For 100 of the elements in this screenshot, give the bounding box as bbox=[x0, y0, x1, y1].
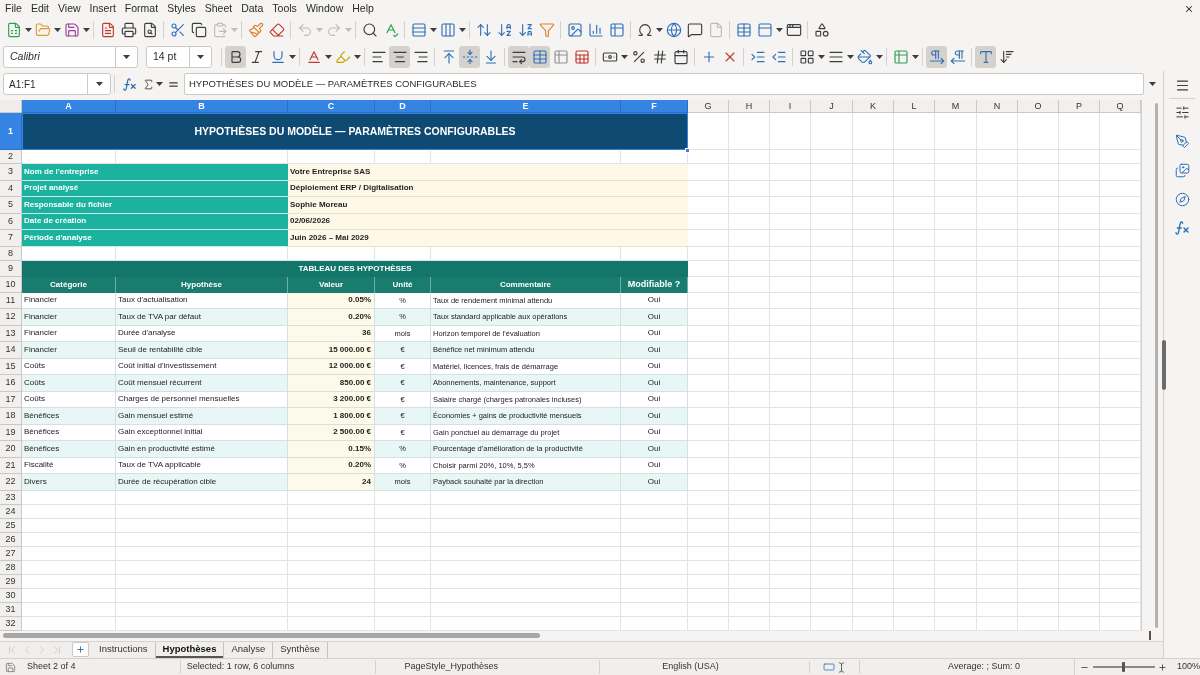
column-header[interactable]: F bbox=[621, 100, 688, 113]
row-header[interactable]: 16 bbox=[0, 375, 22, 392]
caret-icon bbox=[458, 28, 466, 32]
save-icon bbox=[5, 661, 17, 673]
caret-icon bbox=[95, 82, 103, 86]
wrap-text-button[interactable] bbox=[508, 46, 529, 68]
menu-item[interactable]: Insert bbox=[86, 3, 119, 14]
table-cell: 24 bbox=[288, 474, 375, 491]
left-to-right-button[interactable] bbox=[926, 46, 947, 68]
menu-item[interactable]: Format bbox=[121, 3, 162, 14]
row-header[interactable]: 3 bbox=[0, 164, 22, 181]
panel-icon bbox=[756, 22, 773, 38]
table-cell: Financier bbox=[22, 309, 116, 326]
sidebar-handle[interactable] bbox=[1162, 340, 1166, 390]
align-middle-button[interactable] bbox=[459, 46, 480, 68]
align-center-button[interactable] bbox=[389, 46, 410, 68]
name-box[interactable]: A1:F1 bbox=[3, 73, 111, 95]
row-header[interactable]: 2 bbox=[0, 150, 22, 164]
menu-item[interactable]: File bbox=[2, 3, 25, 14]
lines-icon bbox=[827, 49, 844, 65]
column-header[interactable]: E bbox=[431, 100, 621, 113]
column-header[interactable]: N bbox=[977, 100, 1018, 113]
text-horizontal-button[interactable] bbox=[975, 46, 996, 68]
language[interactable]: English (USA) bbox=[662, 661, 719, 672]
menu-item[interactable]: Data bbox=[238, 3, 267, 14]
document-search-icon bbox=[141, 22, 158, 38]
table-cell: Gain mensuel estimé bbox=[116, 408, 288, 425]
column-header[interactable]: I bbox=[770, 100, 811, 113]
calendar-icon bbox=[672, 49, 689, 65]
font-size-field[interactable]: 14 pt bbox=[146, 46, 212, 68]
page-style[interactable]: PageStyle_Hypothèses bbox=[404, 661, 499, 672]
caret-icon bbox=[911, 55, 919, 59]
save-icon bbox=[63, 22, 80, 38]
menu-item[interactable]: Window bbox=[302, 3, 347, 14]
column-header[interactable]: M bbox=[935, 100, 977, 113]
percent-icon bbox=[630, 49, 647, 65]
redo-icon bbox=[325, 22, 342, 38]
scrollbar-thumb[interactable] bbox=[1155, 103, 1158, 628]
column-header[interactable]: D bbox=[375, 100, 431, 113]
column-header[interactable]: P bbox=[1059, 100, 1100, 113]
images-icon bbox=[1174, 162, 1190, 178]
menu-item[interactable]: View bbox=[55, 3, 84, 14]
zoom-level[interactable]: 100% bbox=[1176, 660, 1200, 674]
scrollbar-thumb[interactable] bbox=[3, 633, 540, 638]
copy-icon bbox=[190, 22, 207, 38]
split-handle[interactable] bbox=[1149, 631, 1151, 640]
row-header[interactable]: 18 bbox=[0, 408, 22, 425]
column-header[interactable]: J bbox=[811, 100, 853, 113]
menu-item[interactable]: Help bbox=[349, 3, 377, 14]
hash-icon bbox=[651, 49, 668, 65]
column-header[interactable]: Q bbox=[1100, 100, 1141, 113]
label-cell: Responsable du fichier bbox=[22, 197, 288, 214]
row-header[interactable]: 5 bbox=[0, 197, 22, 214]
zoom-thumb[interactable] bbox=[1122, 662, 1126, 672]
table-icon bbox=[735, 22, 752, 38]
folder-icon bbox=[34, 22, 51, 38]
column-header[interactable]: C bbox=[288, 100, 375, 113]
add-sheet-button[interactable] bbox=[72, 642, 89, 658]
row-header[interactable]: 12 bbox=[0, 309, 22, 326]
table-cell: Oui bbox=[621, 309, 688, 326]
row-header[interactable]: 14 bbox=[0, 342, 22, 359]
bold-button[interactable] bbox=[225, 46, 246, 68]
label-cell: Période d'analyse bbox=[22, 230, 288, 247]
column-header[interactable]: A bbox=[22, 100, 116, 113]
compass-icon bbox=[1174, 191, 1190, 207]
close-button[interactable] bbox=[1184, 3, 1194, 14]
sheet-tab[interactable]: Instructions bbox=[92, 641, 155, 658]
fill-handle[interactable] bbox=[685, 148, 690, 153]
table-icon bbox=[552, 49, 569, 65]
caret-icon bbox=[775, 28, 783, 32]
caret-icon bbox=[353, 55, 361, 59]
table-icon bbox=[531, 49, 548, 65]
align-middle-icon bbox=[461, 49, 478, 65]
row-header[interactable]: 20 bbox=[0, 441, 22, 458]
formula-input[interactable]: HYPOTHÈSES DU MODÈLE — PARAMÈTRES CONFIGURABLES bbox=[184, 73, 1144, 95]
table-icon bbox=[608, 22, 625, 38]
column-header[interactable]: K bbox=[853, 100, 894, 113]
column-header[interactable]: H bbox=[729, 100, 770, 113]
sliders-icon bbox=[1174, 104, 1190, 120]
menu-item[interactable]: Edit bbox=[27, 3, 52, 14]
title-cell[interactable]: HYPOTHÈSES DU MODÈLE — PARAMÈTRES CONFIGURABLES bbox=[22, 113, 688, 150]
sort-icon bbox=[475, 22, 492, 38]
row-header[interactable]: 22 bbox=[0, 474, 22, 491]
row-header[interactable]: 7 bbox=[0, 230, 22, 247]
row-header[interactable]: 1 bbox=[0, 113, 22, 150]
font-name-field[interactable]: Calibri bbox=[3, 46, 138, 68]
column-header[interactable]: L bbox=[894, 100, 935, 113]
sheet-tab[interactable]: Synthèse bbox=[273, 641, 327, 658]
column-header[interactable]: O bbox=[1018, 100, 1059, 113]
caret-icon bbox=[53, 28, 61, 32]
table-cell: 850.00 € bbox=[288, 375, 375, 392]
sheet-tab[interactable]: Analyse bbox=[224, 641, 273, 658]
caret-icon bbox=[655, 28, 663, 32]
selection-summary: Average: ; Sum: 0 bbox=[948, 661, 1020, 672]
menu-item[interactable]: Styles bbox=[164, 3, 199, 14]
menu-item[interactable]: Tools bbox=[269, 3, 300, 14]
column-header[interactable]: B bbox=[116, 100, 288, 113]
zoom-in-button[interactable] bbox=[1157, 662, 1168, 672]
menu-item[interactable]: Sheet bbox=[201, 3, 236, 14]
column-header[interactable]: G bbox=[688, 100, 729, 113]
